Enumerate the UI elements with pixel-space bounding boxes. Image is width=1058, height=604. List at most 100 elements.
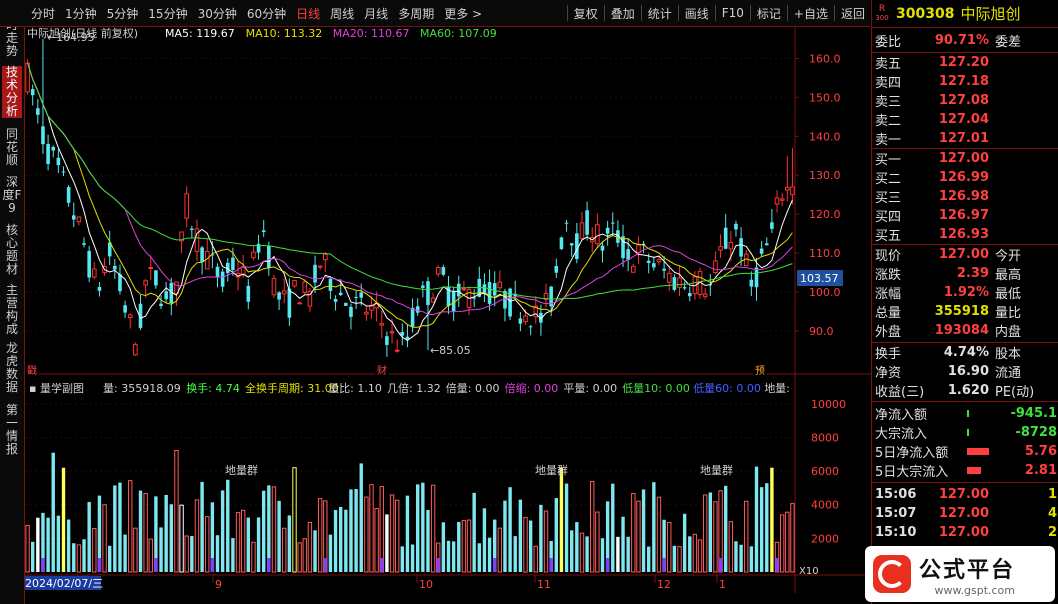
flow-row-3: 5日大宗流入 2.81 bbox=[875, 461, 1057, 480]
period-tab-6[interactable]: 日线 bbox=[291, 5, 325, 22]
tick-vol: 2 bbox=[1047, 525, 1057, 540]
toolbar-button-5[interactable]: 标记 bbox=[752, 5, 786, 22]
volume-stat-4: 几倍: 1.32 bbox=[387, 381, 441, 395]
volume-bar bbox=[503, 500, 507, 572]
candle-body bbox=[785, 186, 790, 191]
candle-body bbox=[646, 260, 651, 264]
volume-bar bbox=[328, 534, 333, 572]
candle-body bbox=[92, 268, 97, 278]
toolbar-button-3[interactable]: 画线 bbox=[680, 5, 714, 22]
toolbar-button-4[interactable]: F10 bbox=[717, 6, 749, 20]
candle-body bbox=[461, 288, 467, 291]
flow-bar bbox=[967, 467, 981, 474]
period-tab-0[interactable]: 分时 bbox=[26, 5, 60, 22]
low-volume-bar bbox=[41, 558, 45, 572]
period-tab-5[interactable]: 60分钟 bbox=[242, 5, 291, 22]
stat2-0-label: 换手 bbox=[875, 347, 902, 362]
period-tab-4[interactable]: 30分钟 bbox=[193, 5, 242, 22]
event-marker-label[interactable]: 戳 bbox=[27, 364, 37, 377]
tick-row-1: 15:07 127.00 4 bbox=[875, 504, 1057, 523]
kline-chart[interactable]: 160.0150.0140.0130.0120.0110.0100.090.0中… bbox=[25, 26, 871, 593]
toolbar-button-2[interactable]: 统计 bbox=[643, 5, 677, 22]
buy-level-4-value: 126.97 bbox=[938, 208, 989, 223]
sidebar-item-5[interactable]: 主营构成 bbox=[2, 284, 22, 336]
sidebar-item-7[interactable]: 第一情报 bbox=[2, 404, 22, 456]
stock-name: 中际旭创 bbox=[960, 5, 1021, 23]
period-tab-3[interactable]: 15分钟 bbox=[143, 5, 192, 22]
sell-level-5-label: 卖五 bbox=[875, 57, 902, 72]
toolbar-divider bbox=[833, 5, 835, 21]
candle-body bbox=[672, 277, 677, 290]
flow-row-1: 大宗流入 -8728 bbox=[875, 423, 1057, 442]
low-volume-bar bbox=[436, 558, 440, 572]
volume-bar bbox=[118, 482, 122, 572]
sidebar-item-2[interactable]: 同花顺 bbox=[2, 128, 22, 167]
volume-bar bbox=[647, 546, 651, 572]
candle-body bbox=[441, 267, 446, 275]
candle-body bbox=[164, 291, 168, 300]
candle-body bbox=[666, 272, 672, 283]
date-label: 1 bbox=[719, 578, 726, 591]
period-tab-2[interactable]: 5分钟 bbox=[102, 5, 144, 22]
price-tick-label: 120.0 bbox=[809, 208, 841, 221]
sidebar-item-3[interactable]: 深度F9 bbox=[2, 176, 22, 215]
stat2-0-value: 4.74% bbox=[943, 345, 989, 360]
toolbar-divider bbox=[677, 5, 679, 21]
low-volume-bar bbox=[493, 558, 497, 572]
candle-body bbox=[764, 243, 769, 246]
toolbar-button-7[interactable]: 返回 bbox=[836, 5, 870, 22]
volume-group-label: 地量群 bbox=[225, 463, 258, 477]
sell-level-3: 卖三 127.08 bbox=[875, 91, 995, 110]
candle-body bbox=[508, 288, 512, 317]
toolbar-button-0[interactable]: 复权 bbox=[569, 5, 603, 22]
event-marker-label[interactable]: 财 bbox=[377, 364, 387, 377]
volume-bar bbox=[108, 545, 112, 572]
quote-panel: R 300 300308 中际旭创 委比 90.71% 委差 卖五 127.20 卖四… bbox=[871, 0, 1058, 604]
flow-value: -945.1 bbox=[1010, 406, 1057, 421]
period-tab-8[interactable]: 月线 bbox=[359, 5, 393, 22]
toolbar-button-6[interactable]: +自选 bbox=[789, 5, 833, 22]
period-tab-1[interactable]: 1分钟 bbox=[60, 5, 102, 22]
chart-area[interactable]: 160.0 150.0 140.0 130.0 120.0 110.0 100.0 90.0 中… bbox=[25, 26, 871, 593]
candle-body bbox=[143, 280, 148, 286]
buy-level-5: 买五 126.93 bbox=[875, 225, 995, 244]
candle-body bbox=[662, 268, 666, 271]
volume-bar bbox=[672, 545, 677, 572]
event-marker-label[interactable]: 预 bbox=[755, 365, 765, 377]
sidebar-item-6[interactable]: 龙虎数据 bbox=[2, 342, 22, 394]
period-tab-7[interactable]: 周线 bbox=[325, 5, 359, 22]
volume-bar bbox=[231, 538, 235, 572]
sidebar-item-4[interactable]: 核心题材 bbox=[2, 224, 22, 276]
ma-label-3: MA60: 107.09 bbox=[420, 27, 497, 40]
candle-body bbox=[281, 290, 287, 295]
volume-bar bbox=[564, 483, 569, 572]
volume-bar bbox=[513, 536, 517, 572]
volume-bar bbox=[138, 490, 143, 572]
volume-bar bbox=[477, 543, 481, 572]
volume-bar bbox=[287, 515, 292, 572]
volume-bar bbox=[344, 509, 348, 572]
volume-bar bbox=[200, 481, 204, 572]
candle-body bbox=[246, 285, 251, 302]
candle-body bbox=[251, 251, 256, 259]
toolbar-button-1[interactable]: 叠加 bbox=[606, 5, 640, 22]
period-tab-9[interactable]: 多周期 bbox=[393, 5, 439, 22]
tick-price: 127.00 bbox=[938, 525, 989, 540]
stat-2-value: 1.92% bbox=[943, 285, 989, 300]
candle-body bbox=[287, 288, 292, 318]
volume-tick-label: 10000 bbox=[811, 398, 846, 411]
volume-bar bbox=[46, 517, 50, 572]
period-tab-10[interactable]: 更多 > bbox=[439, 5, 487, 22]
volume-bar bbox=[36, 517, 40, 572]
volume-bar bbox=[385, 514, 389, 572]
candle-body bbox=[487, 282, 492, 304]
candle-body bbox=[774, 197, 780, 205]
volume-bar bbox=[410, 544, 415, 572]
candle-body bbox=[682, 287, 687, 289]
volume-bar bbox=[339, 506, 343, 572]
sidebar-item-1[interactable]: 技术分析 bbox=[2, 66, 22, 118]
date-label: 12 bbox=[657, 578, 671, 591]
volume-bar bbox=[313, 530, 317, 572]
volume-bar bbox=[169, 504, 173, 572]
candle-body bbox=[297, 302, 302, 305]
